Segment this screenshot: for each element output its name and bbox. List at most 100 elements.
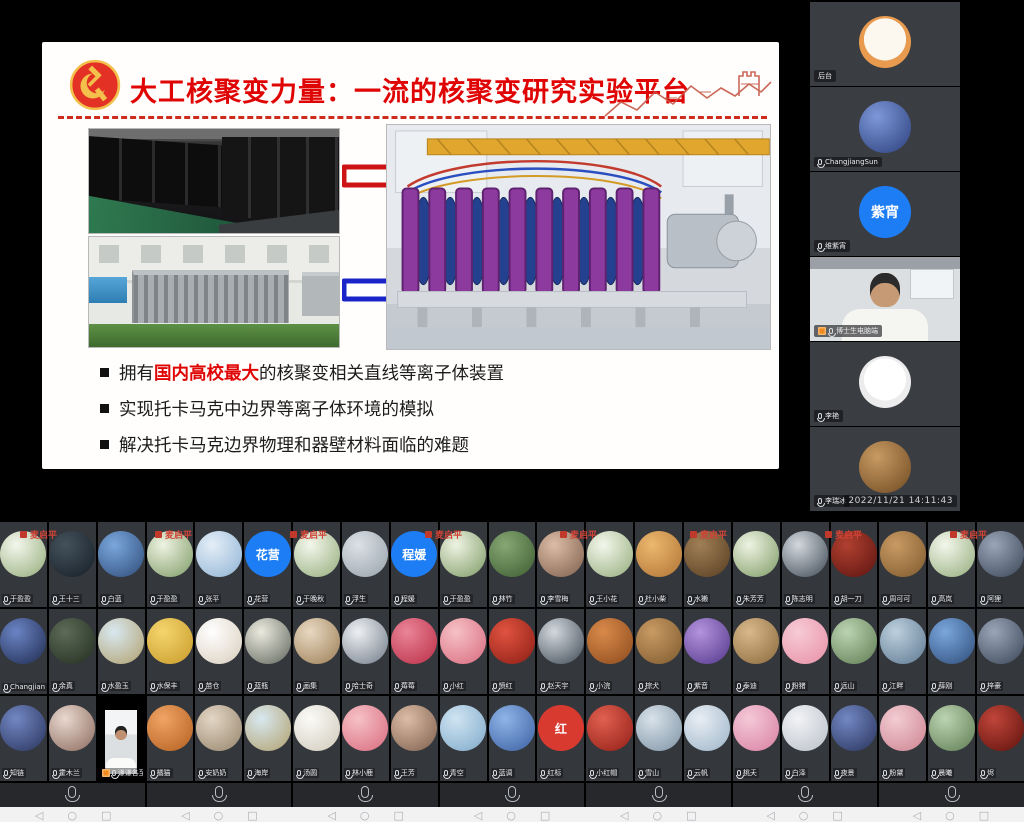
participant-tile[interactable]: 哈士奇	[342, 609, 389, 694]
sidebar-participant-tile[interactable]: 后台	[810, 2, 960, 86]
participant-tile[interactable]: 余真	[49, 609, 96, 694]
participant-tile[interactable]: 青空	[440, 696, 487, 781]
participant-tile[interactable]: 夜景	[831, 696, 878, 781]
participant-tile[interactable]: 海岸	[244, 696, 291, 781]
participant-tile[interactable]: 莓莓	[391, 609, 438, 694]
participant-tile[interactable]: 安奶奶	[195, 696, 242, 781]
audio-participant-tile[interactable]	[293, 783, 438, 807]
participant-tile[interactable]: 周可可	[879, 522, 926, 607]
audio-participant-tile[interactable]	[586, 783, 731, 807]
participant-tile[interactable]: 花营花营	[244, 522, 291, 607]
participant-tile[interactable]: 谦谦各至一	[98, 696, 145, 781]
recents-button[interactable]: □	[832, 810, 842, 821]
participant-tile[interactable]: ChangjiangSun	[0, 609, 47, 694]
participant-tile[interactable]: 江畔	[879, 609, 926, 694]
participant-tile[interactable]: 王十三	[49, 522, 96, 607]
recents-button[interactable]: □	[247, 810, 257, 821]
participant-tile[interactable]: 汤圆	[293, 696, 340, 781]
participant-tile[interactable]: 薛刚	[928, 609, 975, 694]
home-button[interactable]: ○	[945, 810, 955, 821]
sidebar-participant-tile[interactable]: ChangjiangSun	[810, 87, 960, 171]
participant-tile[interactable]: 于盈盈	[440, 522, 487, 607]
avatar	[98, 531, 144, 577]
participant-tile[interactable]: 阿狸	[977, 522, 1024, 607]
sidebar-participant-tile[interactable]: 李艳	[810, 342, 960, 426]
participant-name: 浮生	[352, 594, 366, 604]
participant-tile[interactable]: 李雪梅	[537, 522, 584, 607]
participant-name: 白蓝	[108, 594, 122, 604]
participant-tile[interactable]: 梓豪	[977, 609, 1024, 694]
participant-tile[interactable]: 小浣	[586, 609, 633, 694]
audio-participant-tile[interactable]	[0, 783, 145, 807]
participant-tile[interactable]: 红红标	[537, 696, 584, 781]
participant-tile[interactable]: 苗仓	[195, 609, 242, 694]
participant-tile[interactable]: 水獭	[684, 522, 731, 607]
participant-tile[interactable]: 白泽	[782, 696, 829, 781]
participant-tile[interactable]: 张平	[195, 522, 242, 607]
participant-tile[interactable]: 于盈盈	[0, 522, 47, 607]
back-button[interactable]: ◁	[766, 810, 774, 821]
participant-tile[interactable]: 画集	[293, 609, 340, 694]
participant-tile[interactable]: 程媛程媛	[391, 522, 438, 607]
participant-tile[interactable]: 杜小柴	[635, 522, 682, 607]
audio-participant-tile[interactable]	[440, 783, 585, 807]
recents-button[interactable]: □	[394, 810, 404, 821]
participant-tile[interactable]: 小红	[440, 609, 487, 694]
back-button[interactable]: ◁	[35, 810, 43, 821]
participant-tile[interactable]: 泰迪	[733, 609, 780, 694]
participant-tile[interactable]: 水保丰	[147, 609, 194, 694]
back-button[interactable]: ◁	[181, 810, 189, 821]
sidebar-participant-tile[interactable]: 紫宵 维紫宵	[810, 172, 960, 256]
participant-tile[interactable]: 陈志明	[782, 522, 829, 607]
participant-tile[interactable]: 王芳	[391, 696, 438, 781]
participant-tile[interactable]: 王小花	[586, 522, 633, 607]
participant-tile[interactable]: 霍木兰	[49, 696, 96, 781]
participant-tile[interactable]: 橘猫	[147, 696, 194, 781]
participant-tile[interactable]: 于盈盈	[147, 522, 194, 607]
back-button[interactable]: ◁	[620, 810, 628, 821]
participant-tile[interactable]: 高岚	[928, 522, 975, 607]
home-button[interactable]: ○	[67, 810, 77, 821]
recents-button[interactable]: □	[686, 810, 696, 821]
home-button[interactable]: ○	[653, 810, 663, 821]
participant-tile[interactable]: 水盈玉	[98, 609, 145, 694]
participant-tile[interactable]: 胡一刀	[831, 522, 878, 607]
participant-tile[interactable]: 于晚秋	[293, 522, 340, 607]
participant-tile[interactable]: 桃夭	[733, 696, 780, 781]
sidebar-participant-tile[interactable]: 李瑞冰 2022/11/21 14:11:43	[810, 427, 960, 511]
participant-tile[interactable]: 白蓝	[98, 522, 145, 607]
home-button[interactable]: ○	[506, 810, 516, 821]
participant-tile[interactable]: 知链	[0, 696, 47, 781]
recents-button[interactable]: □	[101, 810, 111, 821]
participant-tile[interactable]: 粉黛	[879, 696, 926, 781]
audio-participant-tile[interactable]	[879, 783, 1024, 807]
home-button[interactable]: ○	[360, 810, 370, 821]
recents-button[interactable]: □	[540, 810, 550, 821]
participant-tile[interactable]: 蓝调	[489, 696, 536, 781]
participant-tile[interactable]: 粉猪	[782, 609, 829, 694]
home-button[interactable]: ○	[799, 810, 809, 821]
participant-tile[interactable]: 晨曦	[928, 696, 975, 781]
participant-tile[interactable]: 远山	[831, 609, 878, 694]
participant-tile[interactable]: 棕犬	[635, 609, 682, 694]
participant-tile[interactable]: 云帆	[684, 696, 731, 781]
participant-tile[interactable]: 林竹	[489, 522, 536, 607]
participant-tile[interactable]: 朱芳芳	[733, 522, 780, 607]
back-button[interactable]: ◁	[327, 810, 335, 821]
participant-tile[interactable]: 紫音	[684, 609, 731, 694]
recents-button[interactable]: □	[979, 810, 989, 821]
back-button[interactable]: ◁	[474, 810, 482, 821]
participant-tile[interactable]: 愤红	[489, 609, 536, 694]
participant-tile[interactable]: 雪山	[635, 696, 682, 781]
participant-tile[interactable]: 林小鹿	[342, 696, 389, 781]
home-button[interactable]: ○	[214, 810, 224, 821]
back-button[interactable]: ◁	[913, 810, 921, 821]
participant-tile[interactable]: 浮生	[342, 522, 389, 607]
participant-tile[interactable]: 烬	[977, 696, 1024, 781]
participant-tile[interactable]: 蓝瓶	[244, 609, 291, 694]
participant-tile[interactable]: 小红帽	[586, 696, 633, 781]
participant-tile[interactable]: 赵天宇	[537, 609, 584, 694]
audio-participant-tile[interactable]	[733, 783, 878, 807]
sidebar-speaker-tile[interactable]: 博士生电脑端	[810, 257, 960, 341]
audio-participant-tile[interactable]	[147, 783, 292, 807]
